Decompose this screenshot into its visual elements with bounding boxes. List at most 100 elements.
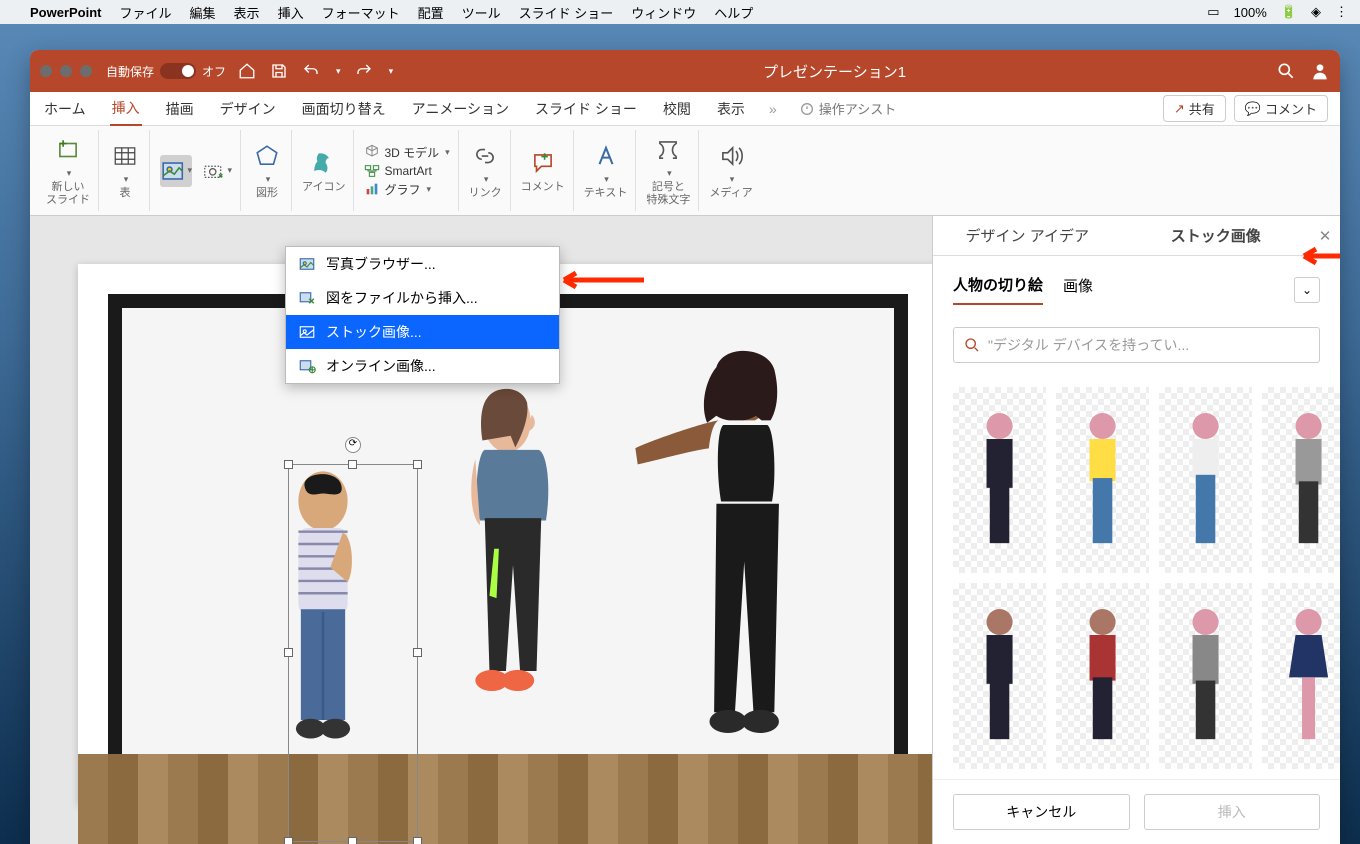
new-slide-label: 新しい スライド [46,181,90,207]
tab-view[interactable]: 表示 [715,93,747,125]
stock-thumbnail[interactable] [953,583,1046,769]
group-table[interactable]: ▾ 表 [101,130,150,211]
resize-handle[interactable] [348,837,357,844]
tab-design[interactable]: デザイン [218,93,278,125]
stock-thumbnail[interactable] [953,387,1046,573]
display-icon[interactable]: ▭ [1207,4,1219,20]
category-images[interactable]: 画像 [1063,275,1093,304]
insert-button[interactable]: 挿入 [1144,794,1321,830]
quick-access-toolbar: ▾ ▾ [238,62,393,80]
undo-dropdown[interactable]: ▾ [336,66,341,77]
autosave-label: 自動保存 [106,63,154,80]
side-tab-design-ideas[interactable]: デザイン アイデア [933,216,1122,255]
bluetooth-icon[interactable]: ⋮ [1335,4,1348,20]
dropdown-item-label: ストック画像... [326,322,422,342]
resize-handle[interactable] [413,648,422,657]
stock-categories: 人物の切り絵 画像 ⌄ [933,256,1340,313]
share-button[interactable]: ↗共有 [1163,95,1226,122]
resize-handle[interactable] [284,837,293,844]
group-3d-smartart-chart: 3D モデル▾ SmartArt グラフ▾ [356,130,458,211]
selection-box[interactable]: ⟳ [288,464,418,842]
screenshot-button[interactable]: ▾ [200,155,232,187]
stock-thumbnail[interactable] [1159,387,1252,573]
group-new-slide[interactable]: ▾ 新しい スライド [38,130,99,211]
group-link[interactable]: ▾ リンク [461,130,511,211]
chart-button[interactable]: グラフ▾ [364,181,449,198]
dropdown-online-images[interactable]: オンライン画像... [286,349,559,383]
undo-icon[interactable] [302,62,320,80]
side-tab-stock-images[interactable]: ストック画像 [1122,216,1311,255]
group-icons[interactable]: アイコン [294,130,354,211]
menu-help[interactable]: ヘルプ [714,3,753,22]
stock-thumbnail[interactable] [1056,387,1149,573]
chart-label: グラフ [384,181,420,198]
window-controls[interactable] [40,65,92,77]
toggle-switch[interactable] [160,63,196,79]
menubar-app-name[interactable]: PowerPoint [30,5,102,20]
stock-thumbnail[interactable] [1159,583,1252,769]
3d-label: 3D モデル [384,144,439,161]
wifi-icon[interactable]: ◈ [1311,4,1321,20]
tab-review[interactable]: 校閲 [661,93,693,125]
side-panel-tabs: デザイン アイデア ストック画像 ✕ [933,216,1340,256]
group-comment[interactable]: コメント [513,130,574,211]
tell-me-label: 操作アシスト [819,99,896,118]
stock-thumbnail[interactable] [1262,583,1340,769]
menu-view[interactable]: 表示 [234,3,260,22]
menu-edit[interactable]: 編集 [190,3,216,22]
3d-model-button[interactable]: 3D モデル▾ [364,144,449,161]
resize-handle[interactable] [284,460,293,469]
stock-search-input[interactable]: "デジタル デバイスを持ってい... [953,327,1320,363]
ribbon-tabs: ホーム 挿入 描画 デザイン 画面切り替え アニメーション スライド ショー 校… [30,92,1340,126]
share-label: 共有 [1189,99,1215,118]
smartart-label: SmartArt [384,164,431,178]
tab-slideshow[interactable]: スライド ショー [533,93,639,125]
tab-insert[interactable]: 挿入 [110,92,142,126]
cancel-button[interactable]: キャンセル [953,794,1130,830]
dropdown-photo-browser[interactable]: 写真ブラウザー... [286,247,559,281]
group-media[interactable]: ▾ メディア [701,130,760,211]
resize-handle[interactable] [284,648,293,657]
dropdown-item-label: オンライン画像... [326,356,436,376]
powerpoint-window: 自動保存 オフ ▾ ▾ プレゼンテーション1 ホーム 挿入 描画 デザイン 画面… [30,50,1340,844]
menu-arrange[interactable]: 配置 [418,3,444,22]
menu-file[interactable]: ファイル [120,3,172,22]
autosave-toggle[interactable]: 自動保存 オフ [106,63,226,80]
rotate-handle[interactable]: ⟳ [345,437,361,453]
category-cutout-people[interactable]: 人物の切り絵 [953,274,1043,305]
resize-handle[interactable] [413,837,422,844]
redo-icon[interactable] [355,62,373,80]
titlebar: 自動保存 オフ ▾ ▾ プレゼンテーション1 [30,50,1340,92]
stock-thumbnail[interactable] [1262,387,1340,573]
resize-handle[interactable] [348,460,357,469]
menu-insert[interactable]: 挿入 [278,3,304,22]
mac-menubar: PowerPoint ファイル 編集 表示 挿入 フォーマット 配置 ツール ス… [0,0,1360,24]
picture-button[interactable]: ▾ [160,155,192,187]
save-icon[interactable] [270,62,288,80]
menu-tools[interactable]: ツール [462,3,501,22]
tab-home[interactable]: ホーム [42,93,88,125]
tab-overflow[interactable]: » [769,101,777,117]
tab-animations[interactable]: アニメーション [410,93,511,125]
menu-slideshow[interactable]: スライド ショー [519,3,614,22]
smartart-button[interactable]: SmartArt [364,163,449,179]
dropdown-stock-images[interactable]: ストック画像... [286,315,559,349]
group-pictures: ▾ ▾ [152,130,241,211]
search-icon[interactable] [1276,61,1296,81]
category-dropdown[interactable]: ⌄ [1294,277,1320,303]
document-title: プレゼンテーション1 [393,61,1276,82]
tell-me[interactable]: 操作アシスト [799,99,896,118]
dropdown-insert-from-file[interactable]: 図をファイルから挿入... [286,281,559,315]
stock-thumbnail[interactable] [1056,583,1149,769]
group-text[interactable]: ▾ テキスト [576,130,637,211]
menu-window[interactable]: ウィンドウ [631,3,696,22]
home-icon[interactable] [238,62,256,80]
account-icon[interactable] [1310,61,1330,81]
group-symbols[interactable]: ▾ 記号と 特殊文字 [638,130,699,211]
tab-transitions[interactable]: 画面切り替え [300,93,388,125]
tab-draw[interactable]: 描画 [164,93,196,125]
menu-format[interactable]: フォーマット [322,3,400,22]
comments-button[interactable]: 💬コメント [1234,95,1328,122]
resize-handle[interactable] [413,460,422,469]
group-shapes[interactable]: ▾ 図形 [243,130,292,211]
